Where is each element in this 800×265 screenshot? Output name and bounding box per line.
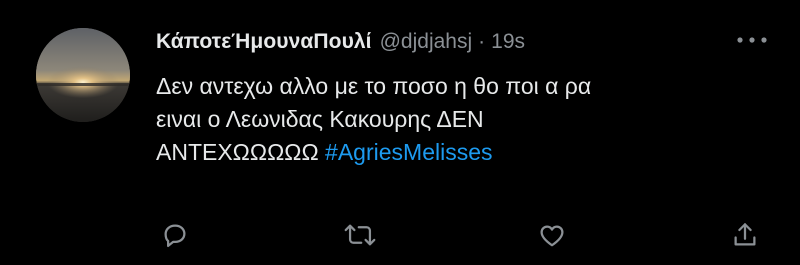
separator-dot: · <box>478 30 486 53</box>
reply-icon[interactable] <box>160 220 190 250</box>
retweet-icon[interactable] <box>342 220 378 250</box>
tweet-text-line: Δεν αντεχω αλλο με το ποσο η θο ποι α ρα <box>156 73 592 99</box>
tweet-text-line-part: ΑΝΤΕΧΩΩΩΩΩ <box>156 139 319 165</box>
user-handle[interactable]: @djdjahsj <box>380 30 473 54</box>
like-icon[interactable] <box>537 220 567 250</box>
more-horizontal-icon[interactable] <box>735 33 769 47</box>
tweet-text: Δεν αντεχω αλλο με το ποσο η θο ποι α ρα… <box>156 70 776 169</box>
avatar[interactable] <box>36 28 130 122</box>
display-name[interactable]: ΚάποτεΉμουναΠουλί <box>156 30 372 54</box>
tweet-text-line: ΑΝΤΕΧΩΩΩΩΩ #AgriesMelisses <box>156 136 776 169</box>
tweet-text-line: ειναι ο Λεωνιδας Κακουρης ΔΕΝ <box>156 106 484 132</box>
timestamp[interactable]: 19s <box>491 30 525 54</box>
tweet: ΚάποτεΉμουναΠουλί @djdjahsj · 19s Δεν αν… <box>0 0 800 265</box>
sunset-image <box>36 28 130 122</box>
tweet-header: ΚάποτεΉμουναΠουλί @djdjahsj · 19s <box>156 27 525 57</box>
hashtag-link[interactable]: #AgriesMelisses <box>325 139 492 165</box>
share-icon[interactable] <box>730 220 760 250</box>
tweet-actions <box>0 214 800 254</box>
